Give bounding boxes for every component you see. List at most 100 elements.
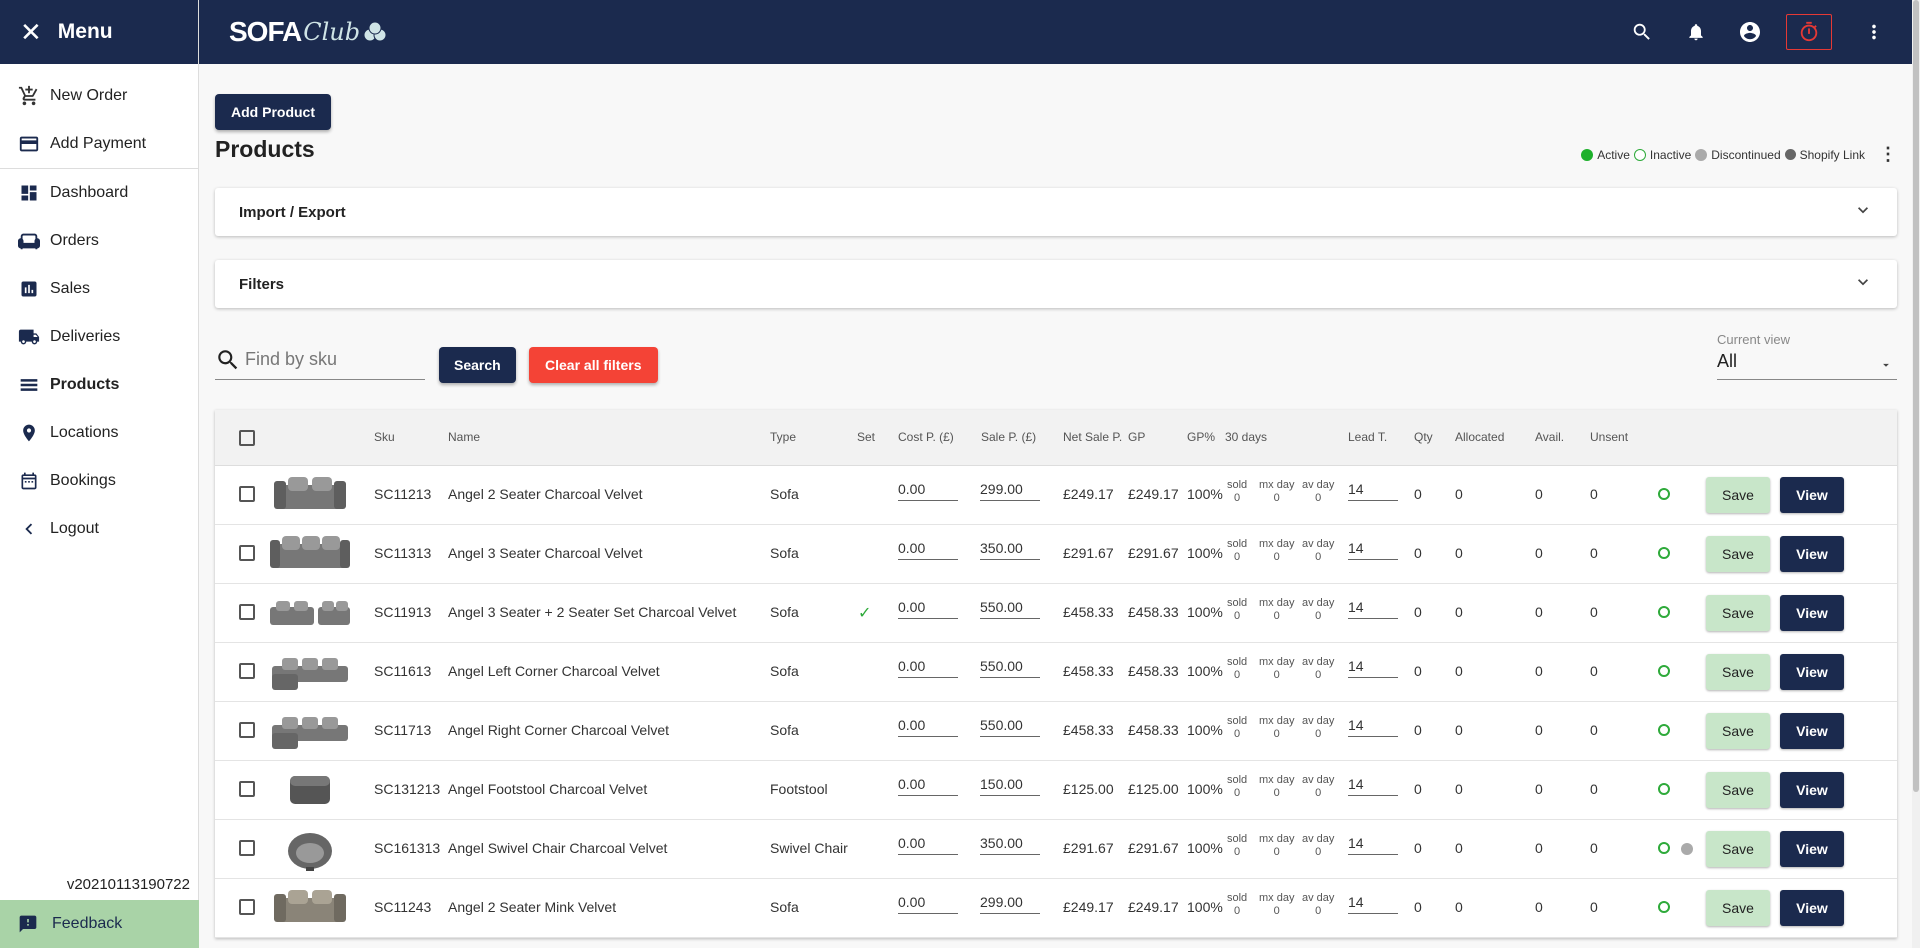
col-qty: Qty xyxy=(1414,430,1433,444)
bell-icon[interactable] xyxy=(1684,20,1708,44)
sidebar-item-add-payment[interactable]: Add Payment xyxy=(0,120,198,168)
clear-filters-button[interactable]: Clear all filters xyxy=(529,347,658,383)
sku-search-input[interactable]: Find by sku xyxy=(215,340,425,380)
more-vert-icon[interactable]: ⋮ xyxy=(1879,144,1897,165)
cost-price-input[interactable]: 0.00 xyxy=(898,658,958,678)
cell-gp: £249.17 xyxy=(1128,486,1179,502)
sale-price-input[interactable]: 550.00 xyxy=(980,717,1040,737)
row-checkbox[interactable] xyxy=(239,486,255,502)
cost-price-input[interactable]: 0.00 xyxy=(898,835,958,855)
stat-sold: sold 0 xyxy=(1227,833,1247,859)
row-checkbox[interactable] xyxy=(239,604,255,620)
lead-time-input[interactable]: 14 xyxy=(1348,540,1398,560)
save-button[interactable]: Save xyxy=(1706,772,1770,808)
cost-price-input[interactable]: 0.00 xyxy=(898,894,958,914)
lead-time-input[interactable]: 14 xyxy=(1348,776,1398,796)
row-checkbox[interactable] xyxy=(239,899,255,915)
filters-panel[interactable]: Filters xyxy=(215,260,1897,308)
save-button[interactable]: Save xyxy=(1706,536,1770,572)
select-all-checkbox[interactable] xyxy=(239,430,255,446)
current-view-select[interactable]: Current view All xyxy=(1717,330,1897,380)
sale-price-input[interactable]: 299.00 xyxy=(980,894,1040,914)
credit-card-icon xyxy=(16,131,42,157)
sidebar-item-label: Locations xyxy=(50,424,119,441)
search-button[interactable]: Search xyxy=(439,347,516,383)
lead-time-input[interactable]: 14 xyxy=(1348,894,1398,914)
lead-time-input[interactable]: 14 xyxy=(1348,599,1398,619)
view-button[interactable]: View xyxy=(1780,477,1844,513)
sidebar-item-orders[interactable]: Orders xyxy=(0,217,198,265)
product-thumbnail xyxy=(290,776,330,804)
view-button[interactable]: View xyxy=(1780,831,1844,867)
sale-price-input[interactable]: 350.00 xyxy=(980,835,1040,855)
view-button[interactable]: View xyxy=(1780,595,1844,631)
table-row: SC131213 Angel Footstool Charcoal Velvet F… xyxy=(215,761,1897,820)
timer-button[interactable] xyxy=(1786,14,1832,50)
cell-sku: SC161313 xyxy=(374,840,441,856)
view-button[interactable]: View xyxy=(1780,536,1844,572)
add-product-button[interactable]: Add Product xyxy=(215,94,331,130)
sidebar-item-locations[interactable]: Locations xyxy=(0,409,198,457)
stat-mx-value: 0 xyxy=(1273,669,1280,681)
save-button[interactable]: Save xyxy=(1706,831,1770,867)
sale-price-input[interactable]: 299.00 xyxy=(980,481,1040,501)
view-button[interactable]: View xyxy=(1780,772,1844,808)
row-checkbox[interactable] xyxy=(239,722,255,738)
sidebar-item-logout[interactable]: Logout xyxy=(0,505,198,553)
row-checkbox[interactable] xyxy=(239,840,255,856)
account-icon[interactable] xyxy=(1738,20,1762,44)
save-button[interactable]: Save xyxy=(1706,654,1770,690)
sidebar-item-label: Orders xyxy=(50,232,99,249)
sidebar-item-products[interactable]: Products xyxy=(0,361,198,409)
lead-time-input[interactable]: 14 xyxy=(1348,835,1398,855)
row-checkbox[interactable] xyxy=(239,545,255,561)
chevron-down-icon[interactable] xyxy=(1853,272,1873,296)
logo[interactable]: SOFA Club xyxy=(229,16,390,48)
stat-sold: sold 0 xyxy=(1227,538,1247,564)
row-checkbox[interactable] xyxy=(239,781,255,797)
cell-sku: SC11313 xyxy=(374,545,432,561)
feedback-button[interactable]: Feedback xyxy=(0,900,199,948)
cell-allocated: 0 xyxy=(1455,899,1463,915)
stat-mx-value: 0 xyxy=(1273,787,1280,799)
cost-price-input[interactable]: 0.00 xyxy=(898,540,958,560)
save-button[interactable]: Save xyxy=(1706,595,1770,631)
sidebar-item-sales[interactable]: Sales xyxy=(0,265,198,313)
more-vert-icon[interactable] xyxy=(1862,20,1886,44)
save-button[interactable]: Save xyxy=(1706,713,1770,749)
sale-price-input[interactable]: 550.00 xyxy=(980,599,1040,619)
view-button[interactable]: View xyxy=(1780,654,1844,690)
stat-av-value: 0 xyxy=(1315,669,1322,681)
stat-sold: sold 0 xyxy=(1227,656,1247,682)
sale-price-input[interactable]: 150.00 xyxy=(980,776,1040,796)
save-button[interactable]: Save xyxy=(1706,477,1770,513)
lead-time-input[interactable]: 14 xyxy=(1348,717,1398,737)
sale-price-input[interactable]: 550.00 xyxy=(980,658,1040,678)
cost-price-input[interactable]: 0.00 xyxy=(898,717,958,737)
cost-price-input[interactable]: 0.00 xyxy=(898,776,958,796)
save-button[interactable]: Save xyxy=(1706,890,1770,926)
import-export-panel[interactable]: Import / Export xyxy=(215,188,1897,236)
sale-price-input[interactable]: 350.00 xyxy=(980,540,1040,560)
sidebar-item-deliveries[interactable]: Deliveries xyxy=(0,313,198,361)
current-view-label: Current view xyxy=(1717,332,1790,347)
row-checkbox[interactable] xyxy=(239,663,255,679)
scrollbar-thumb[interactable] xyxy=(1913,0,1919,792)
cell-unsent: 0 xyxy=(1590,545,1598,561)
chevron-down-icon[interactable] xyxy=(1853,200,1873,224)
sidebar-item-bookings[interactable]: Bookings xyxy=(0,457,198,505)
close-icon[interactable]: ✕ xyxy=(20,19,42,45)
cost-price-input[interactable]: 0.00 xyxy=(898,599,958,619)
cost-price-input[interactable]: 0.00 xyxy=(898,481,958,501)
stat-av-label: av day xyxy=(1302,479,1335,491)
lead-time-input[interactable]: 14 xyxy=(1348,481,1398,501)
search-icon[interactable] xyxy=(1630,20,1654,44)
sidebar-item-new-order[interactable]: New Order xyxy=(0,72,198,120)
view-button[interactable]: View xyxy=(1780,713,1844,749)
top-bar: SOFA Club xyxy=(199,0,1912,64)
view-button[interactable]: View xyxy=(1780,890,1844,926)
sidebar-item-dashboard[interactable]: Dashboard xyxy=(0,169,198,217)
lead-time-input[interactable]: 14 xyxy=(1348,658,1398,678)
sidebar-item-label: Bookings xyxy=(50,472,116,489)
col-cost: Cost P. (£) xyxy=(898,430,954,444)
